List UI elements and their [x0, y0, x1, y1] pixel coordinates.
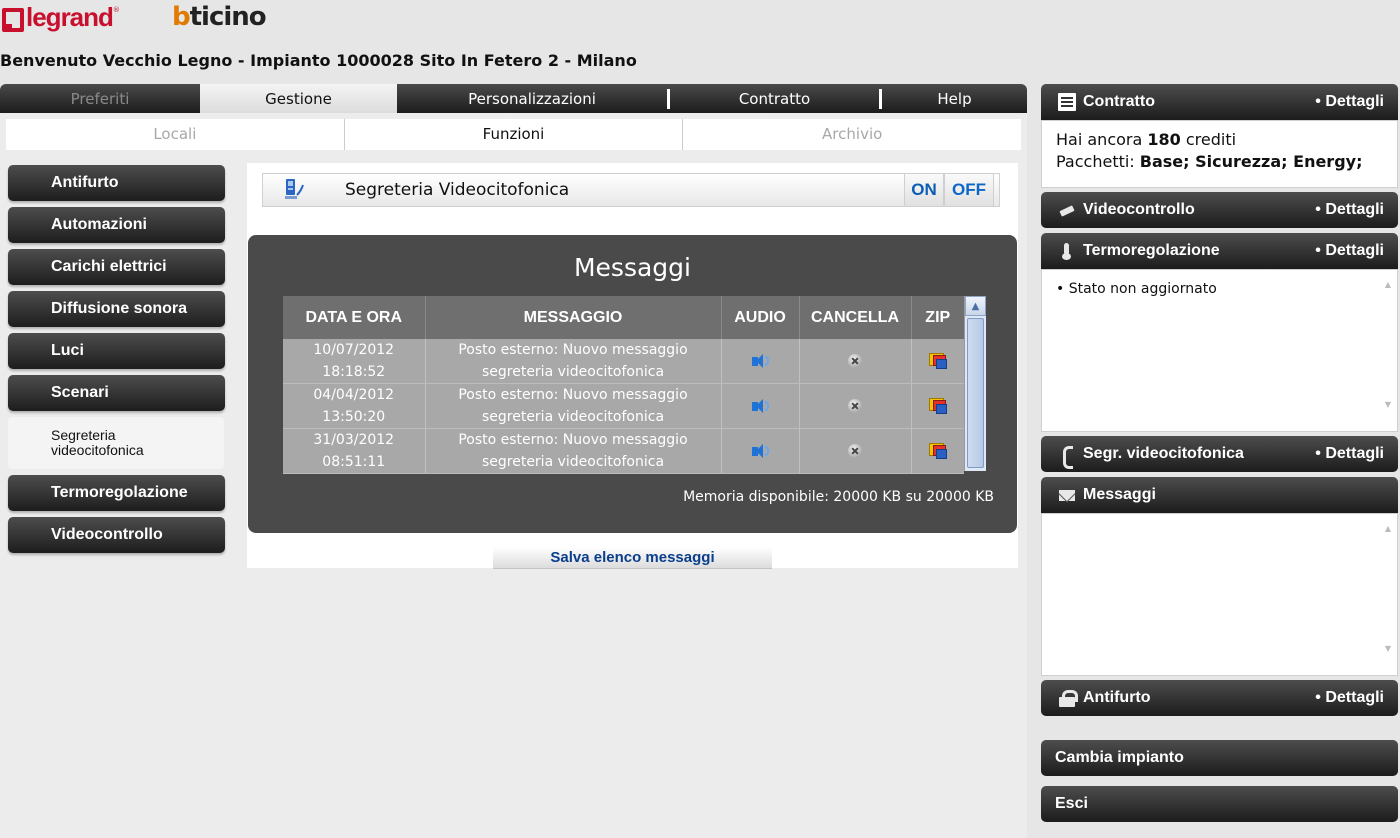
delete-icon[interactable]: [848, 354, 862, 368]
menu-item-termoregolazione[interactable]: Termoregolazione: [8, 475, 225, 511]
function-title: Segreteria Videocitofonica: [345, 180, 570, 200]
table-row: 10/07/2012 18:18:52 Posto esterno: Nuovo …: [283, 339, 964, 384]
legrand-logo-text: legrand: [26, 1, 114, 32]
function-content: Segreteria Videocitofonica ON OFF Messag…: [247, 163, 1018, 569]
table-row: 04/04/2012 13:50:20 Posto esterno: Nuovo …: [283, 383, 964, 429]
menu-item-videocontrollo[interactable]: Videocontrollo: [8, 517, 225, 553]
envelope-icon: [1058, 486, 1076, 504]
bticino-logo: b ticino: [172, 2, 267, 32]
delete-icon[interactable]: [848, 399, 862, 413]
main-panel: Preferiti Gestione Personalizzazioni Con…: [0, 84, 1027, 838]
contratto-bar[interactable]: Contratto • Dettagli: [1041, 84, 1398, 120]
top-navigation: Preferiti Gestione Personalizzazioni Con…: [0, 84, 1027, 113]
camera-icon: [1058, 201, 1076, 219]
tab-help[interactable]: Help: [882, 84, 1027, 113]
antifurto-details-link[interactable]: • Dettagli: [1315, 689, 1384, 707]
messages-table: DATA E ORA MESSAGGIO AUDIO CANCELLA ZIP …: [283, 296, 964, 474]
column-header-zip: ZIP: [911, 296, 964, 339]
message-text: Posto esterno: Nuovo messaggio segreteria…: [425, 383, 722, 429]
column-header-date: DATA E ORA: [283, 296, 426, 339]
speaker-icon[interactable]: [749, 353, 771, 369]
lock-icon: [1058, 689, 1078, 707]
function-menu: Antifurto Automazioni Carichi elettrici …: [8, 165, 225, 559]
column-header-audio: AUDIO: [721, 296, 800, 339]
menu-item-scenari[interactable]: Scenari: [8, 375, 225, 411]
messages-scrollbar[interactable]: ▲: [964, 296, 986, 471]
zip-icon[interactable]: [927, 350, 949, 372]
messaggi-bar[interactable]: Messaggi: [1041, 477, 1398, 513]
on-button[interactable]: ON: [904, 173, 944, 207]
function-header: Segreteria Videocitofonica: [262, 173, 1000, 207]
messages-title: Messaggi: [573, 253, 691, 282]
phone-icon: [1058, 445, 1076, 469]
menu-item-antifurto[interactable]: Antifurto: [8, 165, 225, 201]
memory-status: Memoria disponibile: 20000 KB su 20000 K…: [683, 489, 994, 505]
messages-panel: Messaggi DATA E ORA MESSAGGIO AUDIO CANC…: [248, 235, 1017, 533]
termoregolazione-status: • Stato non aggiornato: [1056, 281, 1217, 297]
scroll-up-icon[interactable]: ▲: [965, 296, 986, 316]
termoregolazione-bar[interactable]: Termoregolazione • Dettagli: [1041, 233, 1398, 269]
segr-details-link[interactable]: • Dettagli: [1315, 445, 1384, 463]
subtab-funzioni[interactable]: Funzioni: [345, 119, 684, 150]
tab-contratto[interactable]: Contratto: [670, 84, 879, 113]
on-off-switch: ON OFF: [904, 173, 994, 207]
intercom-icon: [283, 177, 307, 203]
delete-icon[interactable]: [848, 444, 862, 458]
menu-item-automazioni[interactable]: Automazioni: [8, 207, 225, 243]
message-datetime: 10/07/2012 18:18:52: [283, 339, 426, 384]
segr-videocitofonica-bar[interactable]: Segr. videocitofonica • Dettagli: [1041, 436, 1398, 472]
message-text: Posto esterno: Nuovo messaggio segreteria…: [425, 339, 722, 384]
tab-personalizzazioni[interactable]: Personalizzazioni: [397, 84, 667, 113]
menu-item-diffusione-sonora[interactable]: Diffusione sonora: [8, 291, 225, 327]
legrand-logo-icon: [2, 6, 24, 32]
zip-icon[interactable]: [927, 395, 949, 417]
menu-item-luci[interactable]: Luci: [8, 333, 225, 369]
column-header-message: MESSAGGIO: [425, 296, 722, 339]
contratto-info: Hai ancora 180 crediti Pacchetti: Base; …: [1041, 120, 1398, 188]
esci-button[interactable]: Esci: [1041, 786, 1398, 822]
subtab-locali[interactable]: Locali: [6, 119, 345, 150]
legrand-logo: legrand ®: [0, 0, 120, 34]
videocontrollo-details-link[interactable]: • Dettagli: [1315, 201, 1384, 219]
bticino-logo-text: ticino: [189, 2, 267, 32]
zip-icon[interactable]: [927, 440, 949, 462]
message-datetime: 04/04/2012 13:50:20: [283, 383, 426, 429]
tab-gestione[interactable]: Gestione: [200, 84, 397, 113]
antifurto-bar[interactable]: Antifurto • Dettagli: [1041, 680, 1398, 716]
welcome-text: Benvenuto Vecchio Legno - Impianto 10000…: [0, 51, 637, 70]
termoregolazione-info: • Stato non aggiornato ▲ ▼: [1041, 269, 1398, 432]
speaker-icon[interactable]: [749, 398, 771, 414]
sub-navigation: Locali Funzioni Archivio: [6, 119, 1021, 150]
videocontrollo-bar[interactable]: Videocontrollo • Dettagli: [1041, 192, 1398, 228]
thermometer-icon: [1058, 242, 1076, 260]
menu-item-carichi-elettrici[interactable]: Carichi elettrici: [8, 249, 225, 285]
cambia-impianto-button[interactable]: Cambia impianto: [1041, 740, 1398, 776]
subtab-archivio[interactable]: Archivio: [683, 119, 1021, 150]
tab-preferiti[interactable]: Preferiti: [0, 84, 200, 113]
column-header-delete: CANCELLA: [799, 296, 912, 339]
speaker-icon[interactable]: [749, 443, 771, 459]
scrollbar-thumb[interactable]: [967, 318, 984, 468]
document-icon: [1058, 93, 1076, 111]
menu-item-segreteria-videocitofonica[interactable]: Segreteria videocitofonica: [8, 417, 224, 469]
messaggi-info: ▲ ▼: [1041, 513, 1398, 676]
save-messages-button[interactable]: Salva elenco messaggi: [493, 547, 772, 569]
off-button[interactable]: OFF: [944, 173, 994, 207]
message-text: Posto esterno: Nuovo messaggio segreteria…: [425, 428, 722, 474]
termoregolazione-details-link[interactable]: • Dettagli: [1315, 242, 1384, 260]
table-row: 31/03/2012 08:51:11 Posto esterno: Nuovo …: [283, 428, 964, 474]
contratto-details-link[interactable]: • Dettagli: [1315, 93, 1384, 111]
message-datetime: 31/03/2012 08:51:11: [283, 428, 426, 474]
